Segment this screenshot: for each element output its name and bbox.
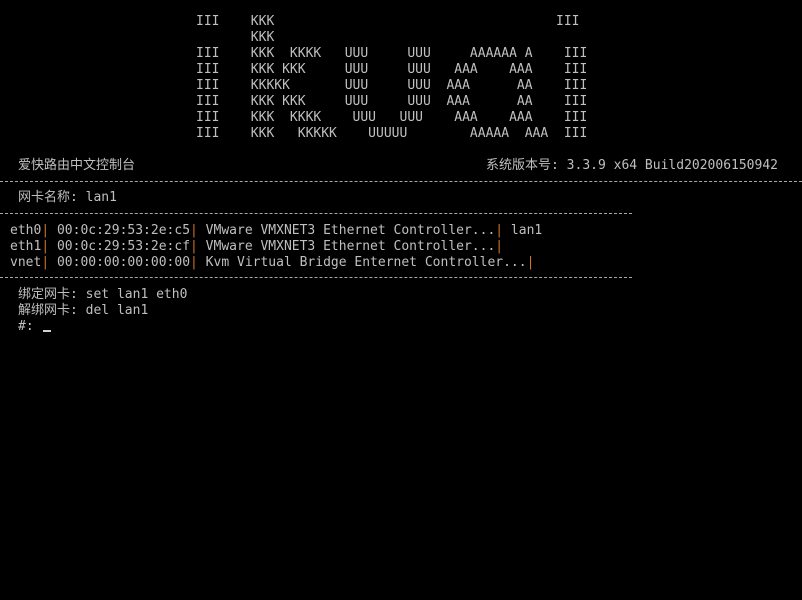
- interface-name: eth1: [10, 239, 42, 254]
- ikuai-ascii-banner: III KKK III KKK III KKK KKKK UUU UUU AAA…: [196, 14, 588, 141]
- separator-table-bottom: [0, 277, 632, 278]
- interface-binding: lan1: [503, 223, 543, 238]
- column-separator: |: [495, 239, 504, 254]
- column-separator: |: [190, 223, 198, 238]
- column-separator: |: [190, 239, 198, 254]
- console-title: 爱快路由中文控制台: [18, 158, 136, 173]
- column-separator: |: [41, 239, 50, 254]
- column-separator: |: [495, 223, 504, 238]
- terminal-screen[interactable]: III KKK III KKK III KKK KKKK UUU UUU AAA…: [0, 0, 802, 600]
- separator-table-top: [0, 213, 632, 214]
- interface-row-eth0: eth0| 00:0c:29:53:2e:c5| VMware VMXNET3 …: [10, 223, 542, 239]
- column-separator: |: [526, 255, 535, 270]
- interface-mac: 00:0c:29:53:2e:cf: [49, 239, 191, 254]
- system-version: 系统版本号: 3.3.9 x64 Build202006150942: [486, 158, 778, 173]
- nic-name-label: 网卡名称: lan1: [18, 190, 117, 205]
- help-bind-command: 绑定网卡: set lan1 eth0: [18, 287, 188, 302]
- interface-name: eth0: [10, 223, 42, 238]
- command-prompt[interactable]: #:: [18, 319, 52, 335]
- column-separator: |: [190, 255, 198, 270]
- prompt-symbol: #:: [18, 319, 42, 334]
- interface-row-eth1: eth1| 00:0c:29:53:2e:cf| VMware VMXNET3 …: [10, 239, 503, 255]
- interface-name: vnet: [10, 255, 42, 270]
- column-separator: |: [41, 255, 50, 270]
- separator-top: [0, 181, 802, 182]
- interface-description: VMware VMXNET3 Ethernet Controller...: [197, 239, 496, 254]
- interface-description: Kvm Virtual Bridge Enternet Controller..…: [197, 255, 527, 270]
- interface-row-vnet: vnet| 00:00:00:00:00:00| Kvm Virtual Bri…: [10, 255, 534, 271]
- column-separator: |: [41, 223, 50, 238]
- interface-mac: 00:00:00:00:00:00: [49, 255, 191, 270]
- help-unbind-command: 解绑网卡: del lan1: [18, 303, 149, 318]
- interface-mac: 00:0c:29:53:2e:c5: [49, 223, 191, 238]
- text-cursor: [43, 330, 52, 332]
- interface-description: VMware VMXNET3 Ethernet Controller...: [197, 223, 496, 238]
